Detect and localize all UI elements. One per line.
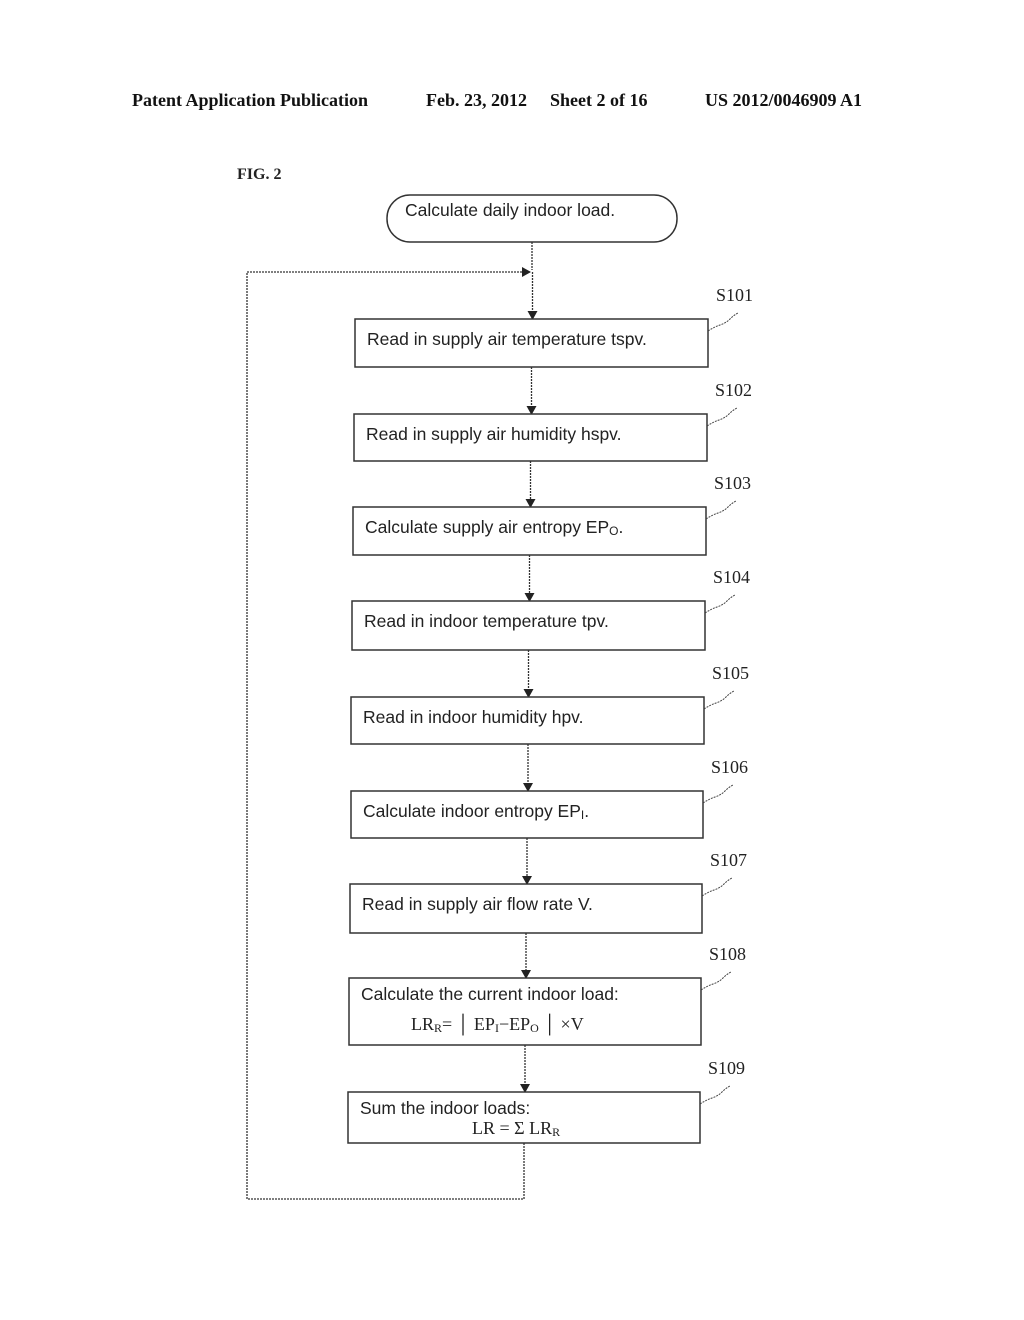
step-text-main: Calculate supply air entropy EP — [365, 517, 609, 537]
step-label-leader — [706, 407, 738, 427]
formula-part: −EP — [499, 1014, 530, 1034]
step-s109: Sum the indoor loads:LR = Σ LRR S109 — [347, 1045, 745, 1144]
step-id-label: S104 — [713, 567, 750, 587]
formula-part: = │ EP — [442, 1013, 495, 1036]
steps-group: Read in supply air temperature tspv. S101… — [347, 272, 753, 1144]
step-s108: Calculate the current indoor load: LRR= │… — [348, 933, 746, 1046]
start-text: Calculate daily indoor load. — [405, 200, 615, 220]
step-text: Read in indoor humidity hpv. — [363, 707, 584, 727]
formula-subscript: R — [434, 1021, 442, 1035]
step-text-main: Calculate the current indoor load: — [361, 984, 619, 1004]
step-text-main: Read in supply air flow rate V. — [362, 894, 593, 914]
step-text: Read in indoor temperature tpv. — [364, 611, 609, 631]
step-label-leader — [702, 784, 734, 804]
formula-subscript: O — [530, 1021, 539, 1035]
step-text-suffix: . — [619, 517, 624, 537]
step-s103: Calculate supply air entropy EPO. S103 — [352, 461, 751, 556]
step-text-main: Sum the indoor loads: — [360, 1098, 530, 1118]
step-s102: Read in supply air humidity hspv. S102 — [353, 367, 752, 462]
step-text: Read in supply air flow rate V. — [362, 894, 593, 914]
step-text: Calculate supply air entropy EPO. — [365, 517, 623, 538]
step-text: Sum the indoor loads: — [360, 1098, 530, 1118]
formula-subscript: R — [552, 1125, 560, 1139]
step-label-leader — [703, 690, 735, 710]
step-text: Calculate the current indoor load: — [361, 984, 619, 1004]
step-text-main: Read in indoor humidity hpv. — [363, 707, 584, 727]
step-id-label: S108 — [709, 944, 746, 964]
formula-part: LR = Σ LR — [472, 1118, 552, 1138]
step-id-label: S109 — [708, 1058, 745, 1078]
step-s104: Read in indoor temperature tpv. S104 — [351, 555, 750, 651]
formula-part: │ ×V — [539, 1013, 584, 1036]
step-label-leader — [704, 594, 736, 614]
step-text: Read in supply air temperature tspv. — [367, 329, 647, 349]
step-s106: Calculate indoor entropy EPI. S106 — [350, 744, 748, 839]
step-formula: LR = Σ LRR — [472, 1118, 560, 1139]
step-label-leader — [701, 877, 733, 897]
step-id-label: S103 — [714, 473, 751, 493]
step-label-leader — [705, 500, 737, 520]
step-label-leader — [699, 1085, 731, 1105]
flowchart: Calculate daily indoor load. Read in sup… — [246, 194, 753, 1200]
step-id-label: S107 — [710, 850, 747, 870]
step-id-label: S105 — [712, 663, 749, 683]
step-text-subscript: O — [609, 524, 618, 538]
step-text-main: Calculate indoor entropy EP — [363, 801, 581, 821]
step-label-leader — [700, 971, 732, 991]
step-text-main: Read in indoor temperature tpv. — [364, 611, 609, 631]
step-label-leader — [707, 312, 739, 332]
step-text-suffix: . — [584, 801, 589, 821]
formula-part: LR — [411, 1014, 434, 1034]
step-id-label: S106 — [711, 757, 748, 777]
step-s107: Read in supply air flow rate V. S107 — [349, 838, 747, 934]
step-id-label: S101 — [716, 285, 753, 305]
step-text-main: Read in supply air temperature tspv. — [367, 329, 647, 349]
step-id-label: S102 — [715, 380, 752, 400]
step-s101: Read in supply air temperature tspv. S101 — [354, 272, 753, 368]
start-terminator: Calculate daily indoor load. — [386, 194, 678, 243]
step-text-main: Read in supply air humidity hspv. — [366, 424, 622, 444]
step-s105: Read in indoor humidity hpv. S105 — [350, 650, 749, 745]
step-text: Calculate indoor entropy EPI. — [363, 801, 589, 822]
step-text: Read in supply air humidity hspv. — [366, 424, 622, 444]
